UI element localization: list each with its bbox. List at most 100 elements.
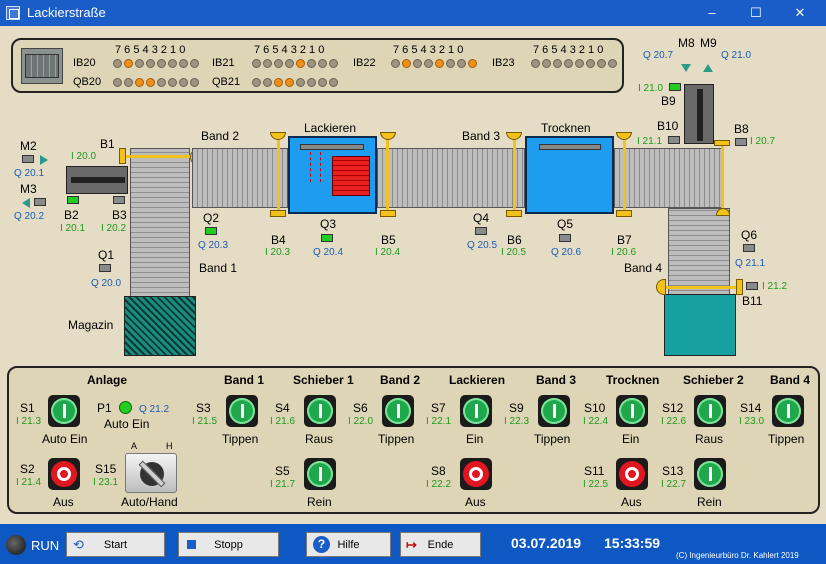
io-bit-led — [190, 78, 199, 87]
stopper — [616, 132, 632, 140]
band3-conveyor — [377, 148, 525, 208]
m9-label: M9 — [700, 36, 717, 50]
s15-selector-switch[interactable] — [125, 453, 177, 493]
b2-label: B2 — [64, 208, 79, 222]
io-bit-led — [424, 59, 433, 68]
close-button[interactable]: ✕ — [785, 3, 815, 23]
s3-tippen-button[interactable] — [226, 395, 258, 427]
b11-stop — [736, 279, 743, 295]
b5-io: I 20.4 — [375, 247, 401, 258]
s14-io: I 23.0 — [739, 416, 765, 427]
io-bit-led — [586, 59, 595, 68]
s12-io: I 22.6 — [661, 416, 687, 427]
q1-label: Q1 — [98, 248, 115, 262]
io-bit-led — [564, 59, 573, 68]
p1-caption: Auto Ein — [104, 417, 150, 431]
hilfe-button[interactable]: ? Hilfe — [306, 532, 391, 557]
b9-io: I 21.0 — [638, 83, 664, 94]
q6-indicator — [743, 244, 755, 252]
band2-label: Band 2 — [201, 129, 240, 143]
lackieren-header: Lackieren — [449, 373, 506, 387]
lackieren-label: Lackieren — [304, 121, 357, 135]
rail — [664, 286, 736, 289]
s11-aus-button[interactable] — [616, 458, 648, 490]
band4-label: Band 4 — [624, 261, 663, 275]
b6-stop — [506, 210, 522, 217]
s2-aus-button[interactable] — [48, 458, 80, 490]
io-bit-led — [575, 59, 584, 68]
b7-io: I 20.6 — [611, 247, 637, 258]
s14-tippen-button[interactable] — [772, 395, 804, 427]
q3-label: Q3 — [320, 217, 337, 231]
b4-stop — [270, 210, 286, 217]
q1-io: Q 20.0 — [91, 278, 122, 289]
s6-tippen-button[interactable] — [382, 395, 414, 427]
rail — [277, 140, 280, 210]
stopp-button[interactable]: Stopp — [178, 532, 279, 557]
q6-label: Q6 — [741, 228, 758, 242]
s10-label: S10 — [584, 401, 606, 415]
s12-label: S12 — [662, 401, 684, 415]
s3-io: I 21.5 — [192, 416, 218, 427]
io-bit-led — [296, 59, 305, 68]
s9-label: S9 — [509, 401, 524, 415]
io-bit-led — [263, 78, 272, 87]
run-label: RUN — [31, 538, 60, 553]
io-bit-led — [274, 78, 283, 87]
io-bit-led — [531, 59, 540, 68]
io-bit-led — [468, 59, 477, 68]
s8-io: I 22.2 — [426, 479, 452, 490]
io-bit-led — [124, 78, 133, 87]
start-button[interactable]: ⟲ Start — [66, 532, 165, 557]
s1-auto-ein-button[interactable] — [48, 395, 80, 427]
m9-io: Q 21.0 — [721, 50, 752, 61]
q5-indicator — [559, 234, 571, 242]
b1-label: B1 — [100, 137, 115, 151]
io-bit-led — [318, 59, 327, 68]
trocknen-label: Trocknen — [541, 121, 591, 135]
s10-caption: Ein — [622, 432, 640, 446]
s8-aus-button[interactable] — [460, 458, 492, 490]
ib23-label: IB23 — [492, 57, 515, 69]
io-bit-led — [608, 59, 617, 68]
s5-rein-button[interactable] — [304, 458, 336, 490]
q3-io: Q 20.4 — [313, 247, 344, 258]
io-bit-led — [263, 59, 272, 68]
s9-tippen-button[interactable] — [538, 395, 570, 427]
s12-raus-button[interactable] — [694, 395, 726, 427]
band2-header: Band 2 — [380, 373, 421, 387]
maximize-button[interactable]: ☐ — [741, 3, 771, 23]
pusher-1 — [66, 166, 128, 194]
s4-raus-button[interactable] — [304, 395, 336, 427]
b6-io: I 20.5 — [501, 247, 527, 258]
s14-label: S14 — [740, 401, 762, 415]
s8-label: S8 — [431, 464, 446, 478]
io-bit-led — [168, 78, 177, 87]
bit-header: 7 6 5 4 3 2 1 0 — [115, 44, 186, 56]
qb20-label: QB20 — [73, 76, 102, 88]
q2-io: Q 20.3 — [198, 240, 229, 251]
ende-button[interactable]: ↦ Ende — [400, 532, 481, 557]
m2-indicator — [22, 155, 34, 163]
b11-label: B11 — [742, 294, 763, 308]
b7-label: B7 — [617, 233, 632, 247]
io-bit-led — [190, 59, 199, 68]
s13-io: I 22.7 — [661, 479, 687, 490]
s11-label: S11 — [584, 464, 605, 478]
s4-caption: Raus — [305, 432, 334, 446]
lackieren-station — [288, 136, 377, 214]
io-bit-led — [318, 78, 327, 87]
s13-rein-button[interactable] — [694, 458, 726, 490]
s4-label: S4 — [275, 401, 290, 415]
io-bit-led — [391, 59, 400, 68]
s10-ein-button[interactable] — [616, 395, 648, 427]
b9-indicator — [669, 83, 681, 91]
p1-io: Q 21.2 — [139, 404, 170, 415]
s7-ein-button[interactable] — [460, 395, 492, 427]
io-bit-led — [435, 59, 444, 68]
s6-io: I 22.0 — [348, 416, 374, 427]
minimize-button[interactable]: – — [697, 3, 727, 23]
m2-label: M2 — [20, 139, 37, 153]
q4-io: Q 20.5 — [467, 240, 498, 251]
bit-header: 7 6 5 4 3 2 1 0 — [533, 44, 604, 56]
